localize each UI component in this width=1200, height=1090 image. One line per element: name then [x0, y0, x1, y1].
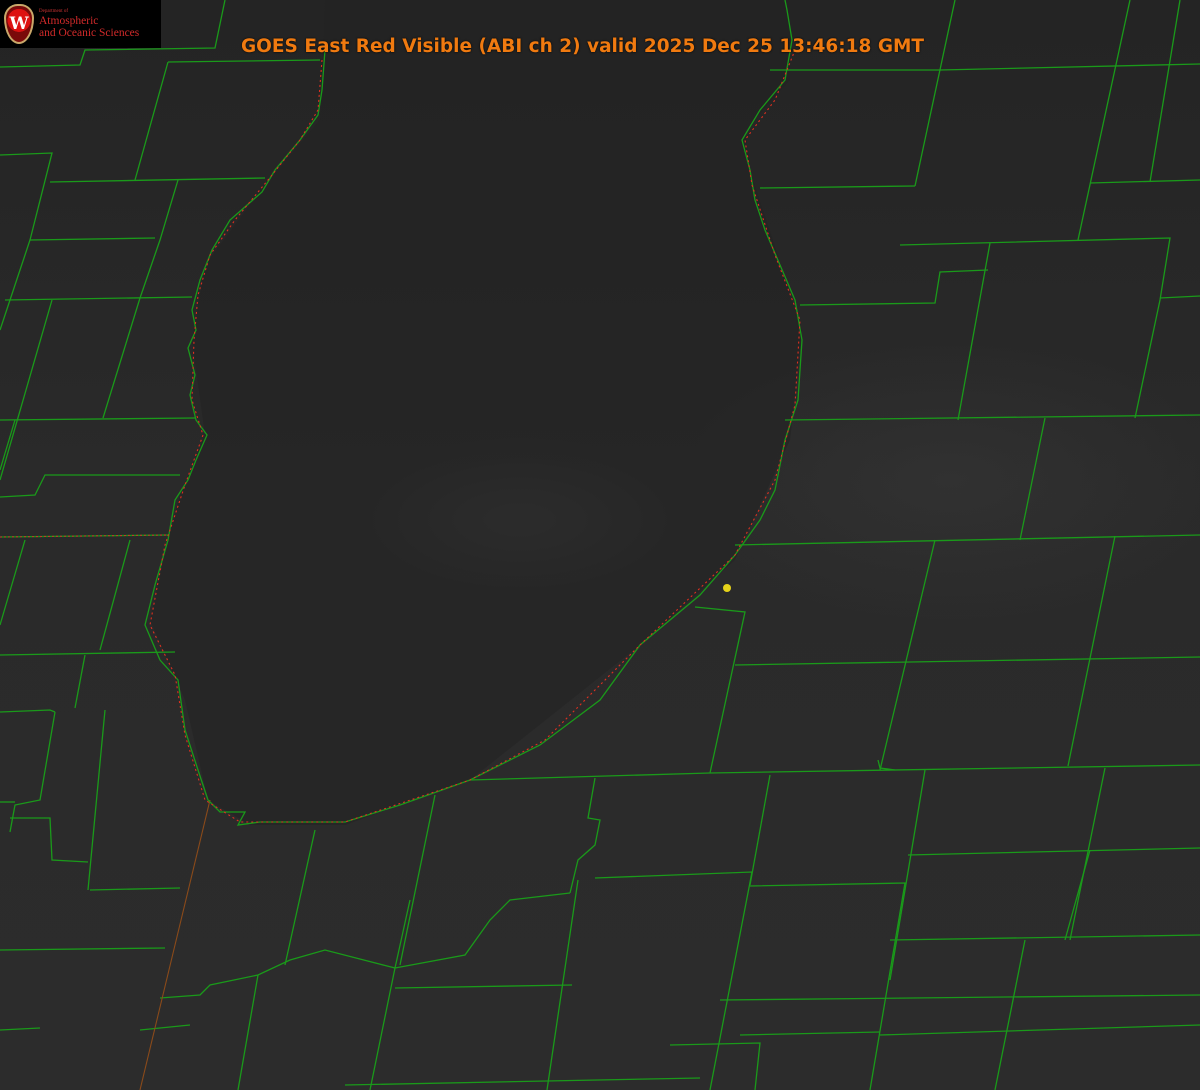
logo-line-1: Atmospheric: [39, 15, 99, 27]
uw-aos-logo: W Department of Atmospheric and Oceanic …: [0, 0, 161, 48]
logo-department-label: Department of: [39, 9, 69, 14]
logo-line-2: and Oceanic Sciences: [39, 27, 140, 39]
image-title: GOES East Red Visible (ABI ch 2) valid 2…: [241, 36, 925, 57]
lake-michigan: [150, 0, 802, 825]
location-marker-icon: [723, 584, 731, 592]
logo-text: Department of Atmospheric and Oceanic Sc…: [39, 9, 139, 39]
map-overlay: [0, 0, 1200, 1090]
satellite-map: W Department of Atmospheric and Oceanic …: [0, 0, 1200, 1090]
uw-crest-icon: W: [4, 4, 34, 44]
